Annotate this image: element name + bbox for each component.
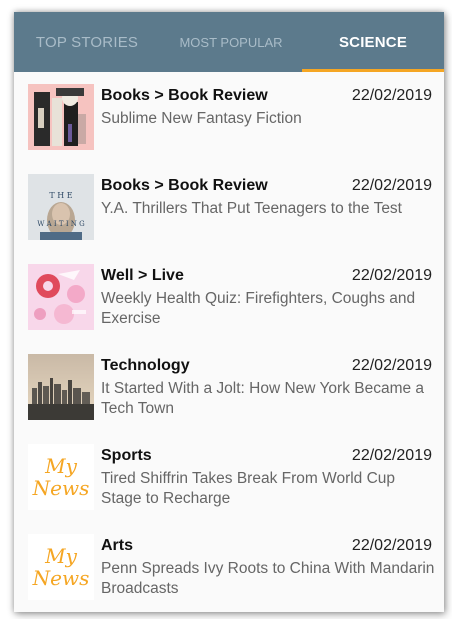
svg-text:W A I T I N G: W A I T I N G (37, 220, 85, 228)
article-thumbnail-fantasy (28, 84, 94, 150)
article-item[interactable]: Books > Book Review 22/02/2019 Sublime N… (14, 72, 444, 162)
article-section: Arts (101, 537, 134, 554)
article-thumbnail-health (28, 264, 94, 330)
city-skyline-image (28, 354, 94, 420)
article-item[interactable]: Well > Live 22/02/2019 Weekly Health Qui… (14, 252, 444, 342)
article-section: Books > Book Review (101, 87, 268, 104)
article-headline: Weekly Health Quiz: Firefighters, Coughs… (101, 290, 416, 327)
article-item[interactable]: My News Arts 22/02/2019 Penn Spreads Ivy… (14, 522, 444, 612)
tab-top-stories[interactable]: TOP STORIES (14, 12, 160, 72)
article-date: 22/02/2019 (351, 177, 432, 194)
fantasy-art-image (28, 84, 94, 150)
article-section: Well > Live (101, 267, 184, 284)
my-news-placeholder-logo: My News (28, 444, 94, 510)
article-thumbnail-book-cover: T H E W A I T I N G (28, 174, 94, 240)
article-date: 22/02/2019 (351, 447, 432, 464)
pink-illustration-image (28, 264, 94, 330)
article-date: 22/02/2019 (351, 357, 432, 374)
article-item[interactable]: My News Sports 22/02/2019 Tired Shiffrin… (14, 432, 444, 522)
article-item[interactable]: Technology 22/02/2019 It Started With a … (14, 342, 444, 432)
article-headline: Penn Spreads Ivy Roots to China With Man… (101, 560, 435, 597)
article-list: Books > Book Review 22/02/2019 Sublime N… (14, 72, 444, 612)
tab-science[interactable]: SCIENCE (302, 12, 444, 72)
article-thumbnail-skyline (28, 354, 94, 420)
article-date: 22/02/2019 (351, 87, 432, 104)
article-headline: Sublime New Fantasy Fiction (101, 110, 302, 127)
phone-screen: TOP STORIES MOST POPULAR SCIENCE Books >… (14, 12, 444, 612)
article-date: 22/02/2019 (351, 537, 432, 554)
article-section: Sports (101, 447, 152, 464)
svg-text:T H E: T H E (49, 191, 72, 200)
tab-bar: TOP STORIES MOST POPULAR SCIENCE (14, 12, 444, 72)
my-news-placeholder-logo: My News (28, 534, 94, 600)
article-headline: Tired Shiffrin Takes Break From World Cu… (101, 470, 396, 507)
tab-most-popular[interactable]: MOST POPULAR (160, 12, 302, 72)
article-headline: It Started With a Jolt: How New York Bec… (101, 380, 425, 417)
book-cover-the-waiting-image: T H E W A I T I N G (28, 174, 94, 240)
article-item[interactable]: T H E W A I T I N G Books > Book Review … (14, 162, 444, 252)
article-section: Technology (101, 357, 190, 374)
article-date: 22/02/2019 (351, 267, 432, 284)
article-headline: Y.A. Thrillers That Put Teenagers to the… (101, 200, 402, 217)
article-section: Books > Book Review (101, 177, 268, 194)
